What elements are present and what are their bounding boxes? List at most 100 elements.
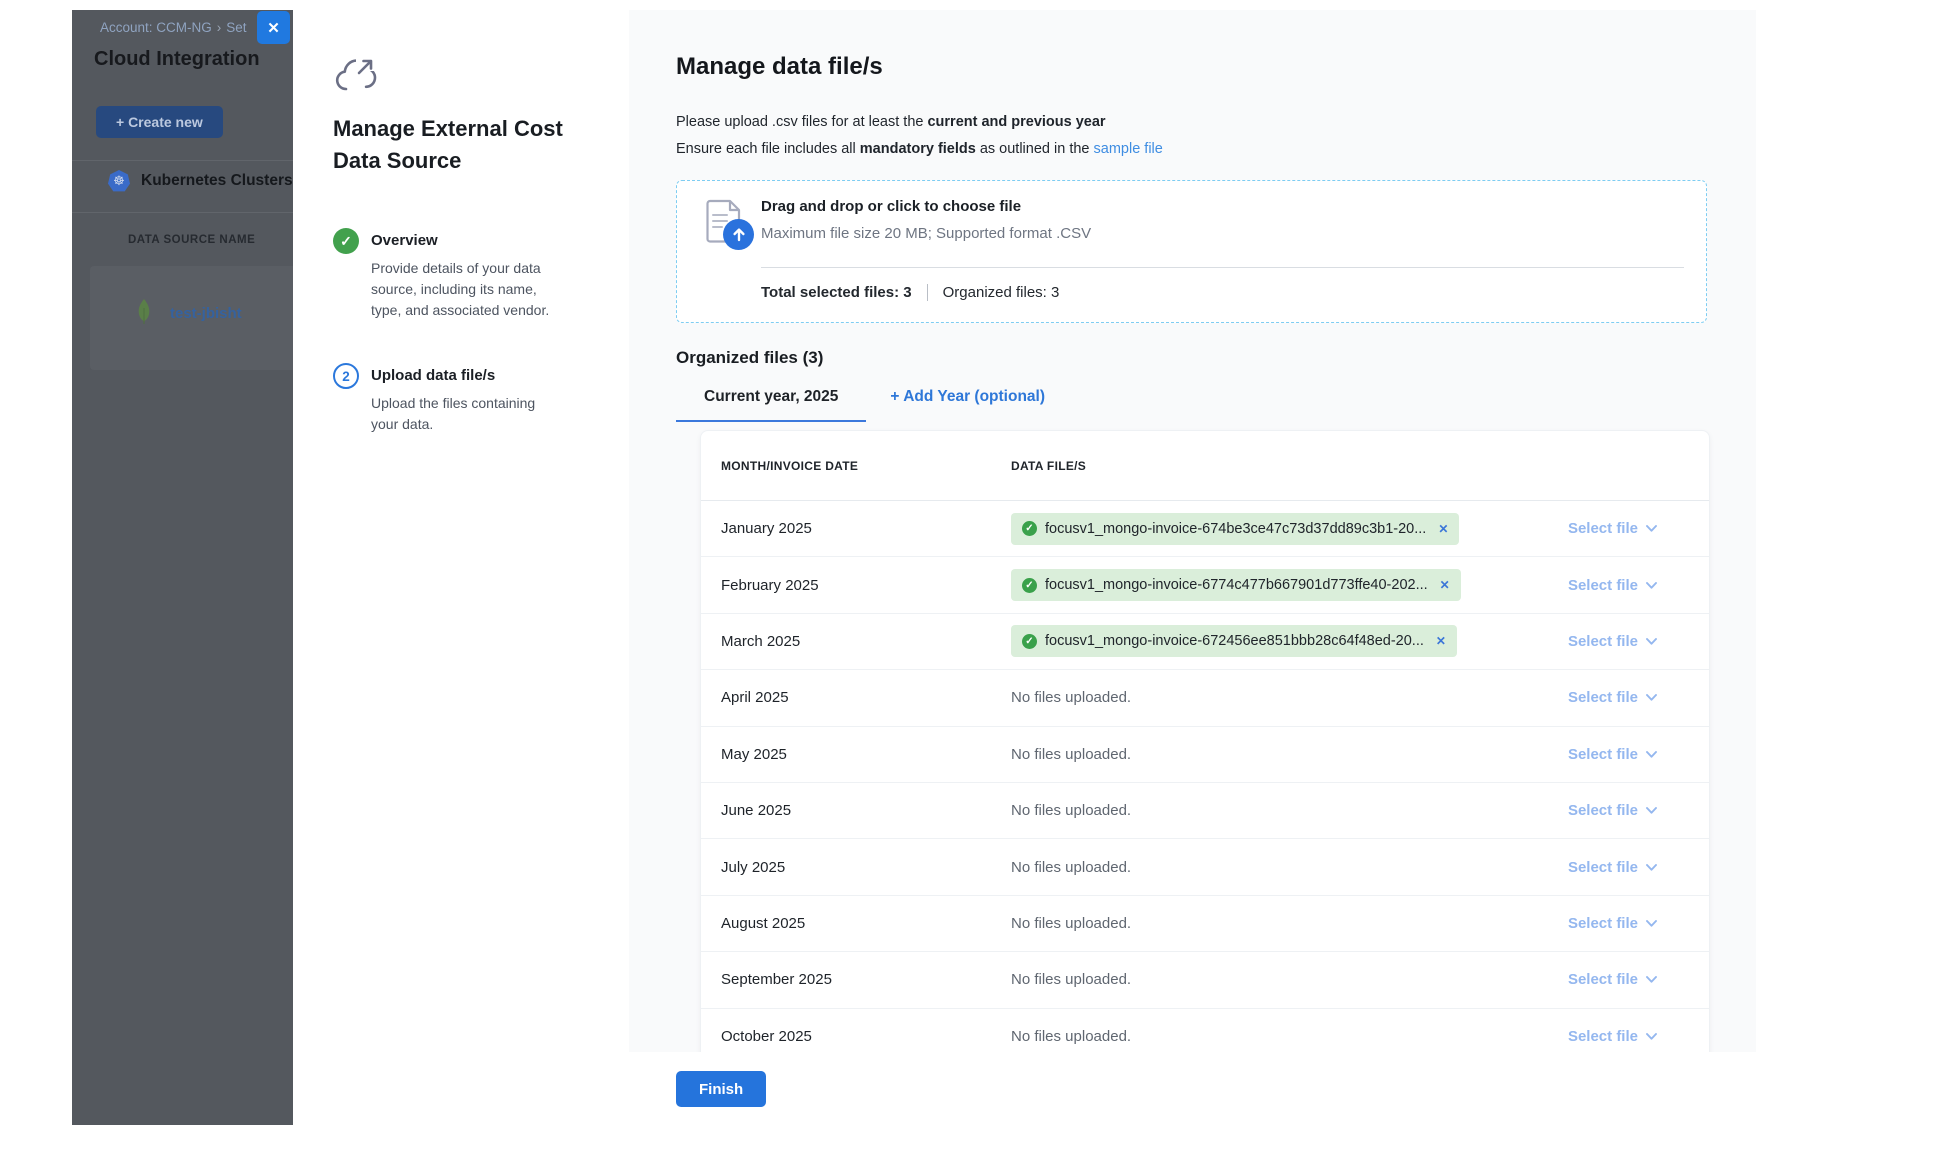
select-file-dropdown[interactable]: Select file	[1568, 520, 1657, 537]
total-selected-label: Total selected files:	[761, 284, 899, 301]
remove-file-icon[interactable]: ✕	[1438, 522, 1448, 536]
select-file-label: Select file	[1568, 633, 1638, 650]
chevron-down-icon	[1646, 582, 1657, 589]
chevron-down-icon	[1646, 864, 1657, 871]
select-file-dropdown[interactable]: Select file	[1568, 915, 1657, 932]
select-file-dropdown[interactable]: Select file	[1568, 971, 1657, 988]
table-row: August 2025 No files uploaded. Select fi…	[701, 896, 1709, 952]
table-row: April 2025 No files uploaded. Select fil…	[701, 670, 1709, 726]
select-file-dropdown[interactable]: Select file	[1568, 689, 1657, 706]
select-file-dropdown[interactable]: Select file	[1568, 633, 1657, 650]
kubernetes-clusters-section[interactable]: ☸ Kubernetes Clusters	[108, 170, 293, 192]
divider	[72, 212, 293, 213]
manage-data-files-panel: Manage data file/s Please upload .csv fi…	[629, 10, 1756, 1052]
select-file-label: Select file	[1568, 577, 1638, 594]
empty-text: No files uploaded.	[1011, 746, 1131, 763]
step-complete-check-icon: ✓	[333, 228, 359, 254]
file-dropzone[interactable]: Drag and drop or click to choose file Ma…	[676, 180, 1707, 323]
chevron-down-icon	[1646, 525, 1657, 532]
step-upload-data-files[interactable]: 2 Upload data file/s Upload the files co…	[333, 363, 563, 435]
table-row: September 2025 No files uploaded. Select…	[701, 952, 1709, 1008]
month-cell: May 2025	[721, 746, 1011, 763]
empty-text: No files uploaded.	[1011, 802, 1131, 819]
files-table-body: January 2025 ✓ focusv1_mongo-invoice-674…	[701, 501, 1709, 1052]
breadcrumb-next-link[interactable]: Set	[226, 20, 246, 35]
wizard-title: Manage External Cost Data Source	[333, 113, 588, 177]
organized-files-heading: Organized files (3)	[676, 348, 823, 368]
close-button[interactable]: ✕	[257, 11, 290, 44]
instruction-line-2: Ensure each file includes all mandatory …	[676, 139, 1163, 161]
upload-file-icon	[705, 199, 761, 255]
divider	[927, 284, 928, 301]
file-chip-name: focusv1_mongo-invoice-672456ee851bbb28c6…	[1045, 633, 1424, 649]
table-row: May 2025 No files uploaded. Select file	[701, 727, 1709, 783]
data-source-link[interactable]: test-jbisht	[170, 305, 242, 322]
upload-arrow-icon	[723, 219, 754, 250]
chevron-down-icon	[1646, 920, 1657, 927]
file-success-check-icon: ✓	[1022, 578, 1037, 593]
chevron-down-icon	[1646, 751, 1657, 758]
file-success-check-icon: ✓	[1022, 521, 1037, 536]
select-file-dropdown[interactable]: Select file	[1568, 859, 1657, 876]
breadcrumb: Account: CCM-NG › Set	[100, 20, 247, 35]
remove-file-icon[interactable]: ✕	[1436, 634, 1446, 648]
organized-files-card: MONTH/INVOICE DATE DATA FILE/S January 2…	[700, 430, 1710, 1052]
month-cell: April 2025	[721, 689, 1011, 706]
remove-file-icon[interactable]: ✕	[1440, 578, 1450, 592]
divider	[761, 267, 1684, 268]
select-file-dropdown[interactable]: Select file	[1568, 746, 1657, 763]
mongodb-leaf-icon	[134, 298, 154, 328]
file-success-check-icon: ✓	[1022, 634, 1037, 649]
month-cell: August 2025	[721, 915, 1011, 932]
breadcrumb-account-link[interactable]: Account: CCM-NG	[100, 20, 212, 35]
select-file-label: Select file	[1568, 1028, 1638, 1045]
select-file-label: Select file	[1568, 859, 1638, 876]
month-cell: March 2025	[721, 633, 1011, 650]
step-overview[interactable]: ✓ Overview Provide details of your data …	[333, 228, 563, 321]
tab-add-year[interactable]: + Add Year (optional)	[866, 388, 1073, 422]
month-cell: July 2025	[721, 859, 1011, 876]
select-file-label: Select file	[1568, 971, 1638, 988]
divider	[72, 160, 293, 161]
month-cell: February 2025	[721, 577, 1011, 594]
step-description: Provide details of your data source, inc…	[371, 258, 563, 321]
select-file-dropdown[interactable]: Select file	[1568, 577, 1657, 594]
file-chip: ✓ focusv1_mongo-invoice-6774c477b667901d…	[1011, 569, 1461, 601]
chevron-down-icon	[1646, 976, 1657, 983]
column-month-invoice-date: MONTH/INVOICE DATE	[721, 459, 1011, 473]
select-file-dropdown[interactable]: Select file	[1568, 1028, 1657, 1045]
screen: Account: CCM-NG › Set Cloud Integration + …	[0, 0, 1934, 1156]
table-row: June 2025 No files uploaded. Select file	[701, 783, 1709, 839]
dialog-footer: Finish	[629, 1052, 1756, 1125]
empty-text: No files uploaded.	[1011, 915, 1131, 932]
table-row: January 2025 ✓ focusv1_mongo-invoice-674…	[701, 501, 1709, 557]
kubernetes-icon: ☸	[108, 170, 130, 192]
dropzone-file-counts: Total selected files: 3 Organized files:…	[761, 284, 1059, 301]
create-new-button[interactable]: + Create new	[96, 106, 223, 138]
select-file-label: Select file	[1568, 802, 1638, 819]
table-row: March 2025 ✓ focusv1_mongo-invoice-67245…	[701, 614, 1709, 670]
empty-text: No files uploaded.	[1011, 1028, 1131, 1045]
month-cell: January 2025	[721, 520, 1011, 537]
breadcrumb-separator: ›	[217, 20, 222, 35]
table-row: July 2025 No files uploaded. Select file	[701, 839, 1709, 895]
finish-button[interactable]: Finish	[676, 1071, 766, 1107]
total-selected-value: 3	[903, 284, 911, 301]
chevron-down-icon	[1646, 694, 1657, 701]
chevron-down-icon	[1646, 1033, 1657, 1040]
sample-file-link[interactable]: sample file	[1094, 141, 1163, 157]
kubernetes-clusters-label: Kubernetes Clusters	[141, 172, 293, 190]
organized-files-label: Organized files:	[943, 284, 1047, 301]
month-cell: October 2025	[721, 1028, 1011, 1045]
empty-text: No files uploaded.	[1011, 689, 1131, 706]
file-chip-name: focusv1_mongo-invoice-674be3ce47c73d37dd…	[1045, 521, 1426, 537]
table-row: February 2025 ✓ focusv1_mongo-invoice-67…	[701, 557, 1709, 613]
tab-current-year[interactable]: Current year, 2025	[676, 388, 866, 422]
column-data-files: DATA FILE/S	[1011, 459, 1086, 473]
data-source-item[interactable]: test-jbisht	[134, 298, 242, 328]
select-file-dropdown[interactable]: Select file	[1568, 802, 1657, 819]
page-title: Cloud Integration	[94, 48, 260, 71]
select-file-label: Select file	[1568, 520, 1638, 537]
year-tabs: Current year, 2025 + Add Year (optional)	[676, 388, 1073, 422]
file-chip: ✓ focusv1_mongo-invoice-672456ee851bbb28…	[1011, 625, 1457, 657]
